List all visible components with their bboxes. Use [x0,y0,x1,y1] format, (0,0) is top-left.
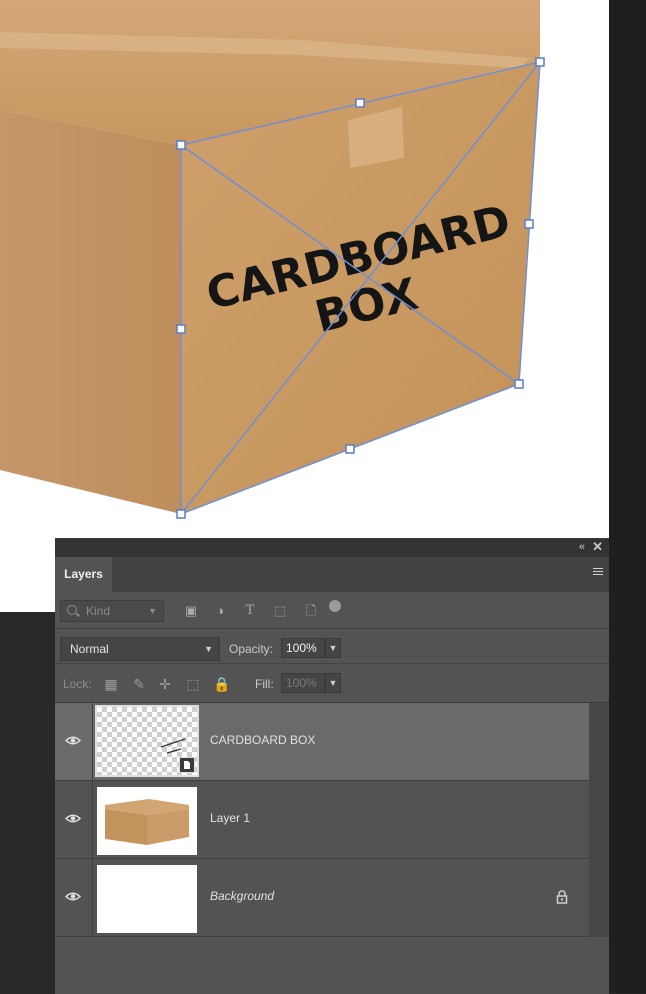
panel-tab-row: Layers [55,557,609,592]
smart-object-icon [179,757,195,773]
filter-shape-layers-icon[interactable]: ⬚ [272,603,288,619]
layers-scrollbar[interactable] [589,703,609,937]
lock-position-icon[interactable]: ✛ [157,676,173,692]
opacity-slider-toggle[interactable]: ▼ [325,638,341,658]
opacity-label: Opacity: [229,642,274,656]
lock-transparent-pixels-icon[interactable]: ▦ [103,676,119,692]
lock-image-pixels-icon[interactable]: ✎ [131,676,147,692]
handle-top-left[interactable] [176,140,186,150]
chevron-down-icon: ▼ [148,606,157,616]
lock-label: Lock: [63,677,92,691]
panel-titlebar[interactable]: « ✕ [55,539,609,557]
chevron-down-icon: ▼ [204,644,213,654]
layer-row-cardboard-box[interactable]: CARDBOARD BOX [55,703,589,781]
filter-pixel-layers-icon[interactable]: ▣ [183,603,199,619]
handle-bottom-right[interactable] [514,379,524,389]
layer-thumbnail [97,787,197,855]
box-thumb [97,787,197,855]
handle-top-right[interactable] [535,57,545,67]
search-icon [67,605,77,615]
filter-kind-label: Kind [86,604,111,618]
lock-icon[interactable] [555,890,569,904]
right-toolbar-strip [609,0,646,993]
layer-row-layer-1[interactable]: Layer 1 [55,781,589,859]
tab-layers[interactable]: Layers [55,557,112,592]
filter-adjustment-layers-icon[interactable]: ◑ [212,603,228,619]
cardboard-box-image: CARDBOARD BOX [0,0,545,519]
close-panel-icon[interactable]: ✕ [592,539,603,555]
handle-left-middle[interactable] [176,324,186,334]
handle-right-middle[interactable] [524,219,534,229]
layers-list: CARDBOARD BOX Layer 1 Background [55,703,589,937]
layer-name[interactable]: Background [210,889,274,903]
lock-artboard-icon[interactable]: ⬚ [185,676,201,692]
blend-row: Normal ▼ Opacity: 100% ▼ [55,629,609,664]
fill-label: Fill: [255,677,274,691]
layers-panel: « ✕ Layers Kind ▼ ▣ ◑ T ⬚ 🗋 Normal ▼ Opa… [55,538,609,994]
layer-name[interactable]: Layer 1 [210,811,250,825]
filter-type-layers-icon[interactable]: T [242,603,258,619]
handle-bottom-left[interactable] [176,509,186,519]
blend-mode-value: Normal [70,642,109,656]
panel-menu-icon[interactable] [593,568,603,577]
layer-filter-row: Kind ▼ ▣ ◑ T ⬚ 🗋 [55,592,609,629]
layer-thumbnail [95,705,199,777]
eye-icon[interactable] [65,891,81,902]
filter-kind-select[interactable]: Kind ▼ [60,600,164,622]
eye-icon[interactable] [65,813,81,824]
handle-bottom-middle[interactable] [345,444,355,454]
fill-input[interactable]: 100% [281,673,325,693]
blend-mode-select[interactable]: Normal ▼ [60,637,220,661]
layer-thumbnail [97,865,197,933]
handle-top-middle[interactable] [355,98,365,108]
lock-row: Lock: ▦ ✎ ✛ ⬚ 🔒 Fill: 100% ▼ [55,664,609,703]
eye-icon[interactable] [65,735,81,746]
lock-all-icon[interactable]: 🔒 [213,676,230,692]
filter-smart-objects-icon[interactable]: 🗋 [303,603,319,619]
opacity-input[interactable]: 100% [281,638,325,658]
filter-toggle-icon[interactable] [329,600,341,612]
document-canvas[interactable]: CARDBOARD BOX [0,0,609,612]
fill-slider-toggle[interactable]: ▼ [325,673,341,693]
layer-name[interactable]: CARDBOARD BOX [210,733,315,747]
layer-row-background[interactable]: Background [55,859,589,937]
box-left-face [0,110,181,514]
collapse-panel-icon[interactable]: « [579,541,585,553]
